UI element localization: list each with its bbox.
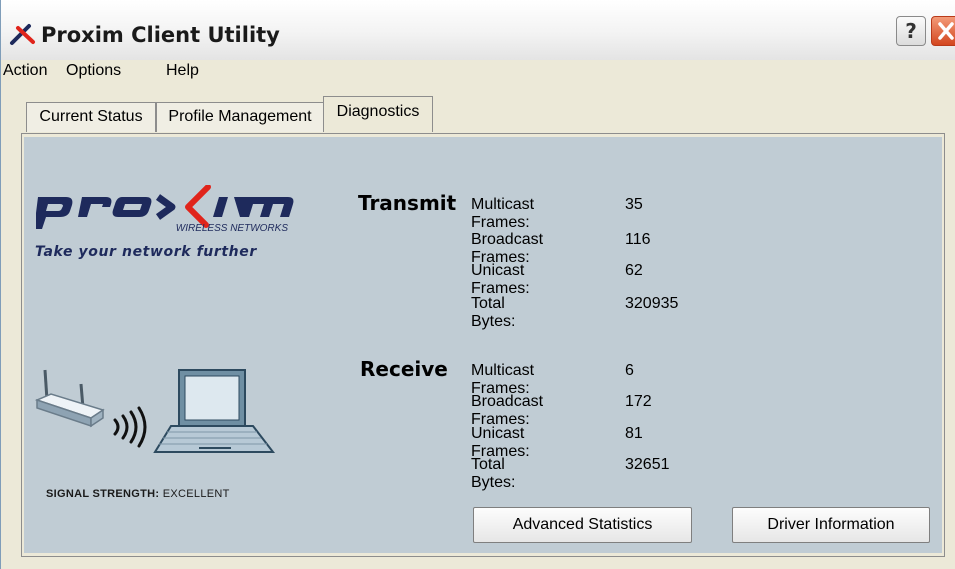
stat-value: 81	[625, 425, 643, 442]
proxim-app-icon	[10, 24, 35, 45]
stat-label: Total Bytes:	[471, 295, 516, 330]
stat-label: Total Bytes:	[471, 456, 516, 491]
logo-subtitle: WIRELESS NETWORKS	[176, 223, 289, 234]
window-title: Proxim Client Utility	[41, 23, 280, 47]
stat-label: Multicast Frames:	[471, 196, 535, 231]
menu-action[interactable]: Action	[3, 62, 47, 80]
stat-value: 320935	[625, 295, 679, 312]
stat-value: 35	[625, 196, 643, 213]
advanced-statistics-button[interactable]: Advanced Statistics	[473, 507, 692, 543]
laptop-icon	[153, 369, 276, 453]
brand-tagline: Take your network further	[35, 244, 257, 260]
stat-value: 6	[625, 362, 634, 379]
help-button[interactable]: ?	[896, 16, 926, 46]
receive-heading: Receive	[360, 357, 448, 381]
app-window: Proxim Client Utility ? Action Options H…	[0, 0, 955, 569]
driver-information-button[interactable]: Driver Information	[732, 507, 930, 543]
signal-strength: SIGNAL STRENGTH: EXCELLENT	[46, 488, 230, 500]
wireless-signal-icon	[113, 406, 147, 448]
signal-strength-value: EXCELLENT	[162, 488, 230, 500]
title-bar[interactable]: Proxim Client Utility ?	[1, 0, 955, 61]
proxim-logo: WIRELESS NETWORKS	[36, 185, 294, 234]
stat-value: 172	[625, 393, 652, 410]
stat-label: Unicast Frames:	[471, 262, 530, 297]
stat-value: 62	[625, 262, 643, 279]
menu-help[interactable]: Help	[166, 62, 199, 80]
wireless-network-illustration	[34, 369, 276, 453]
close-button[interactable]	[931, 16, 955, 46]
tab-diagnostics[interactable]: Diagnostics	[323, 96, 433, 132]
tab-strip: Current Status Profile Management Diagno…	[1, 92, 955, 134]
router-icon	[34, 369, 105, 428]
menu-options[interactable]: Options	[66, 62, 121, 80]
stat-value: 116	[625, 231, 651, 248]
menu-bar: Action Options Help	[1, 60, 955, 84]
tab-profile-management[interactable]: Profile Management	[156, 102, 324, 132]
stat-value: 32651	[625, 456, 670, 473]
transmit-heading: Transmit	[358, 191, 457, 215]
close-icon	[938, 22, 954, 40]
signal-strength-label: SIGNAL STRENGTH:	[46, 488, 160, 500]
tab-current-status[interactable]: Current Status	[26, 102, 156, 132]
stat-label: Broadcast Frames:	[471, 393, 544, 428]
